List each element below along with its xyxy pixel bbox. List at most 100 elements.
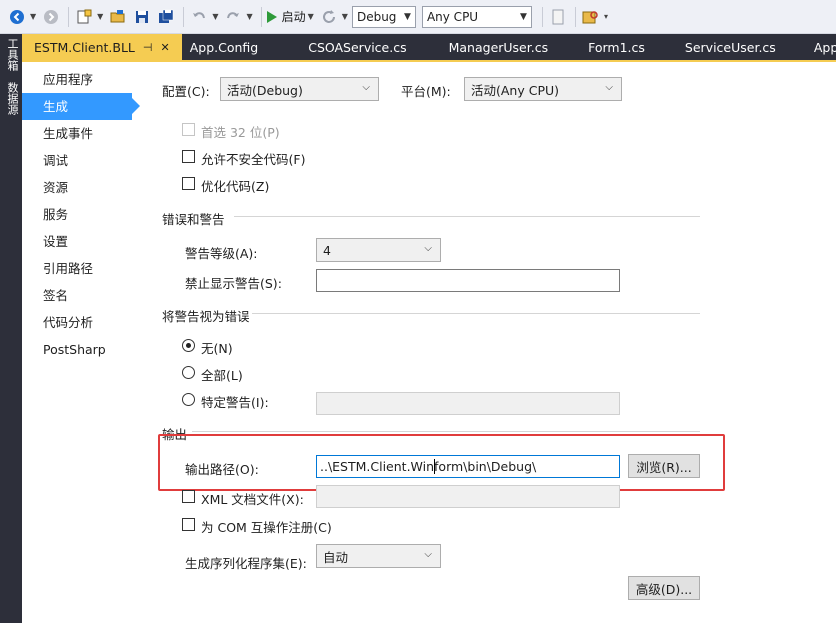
toolbar-overflow-icon[interactable]: ▾	[604, 12, 608, 21]
nav-item-build-events[interactable]: 生成事件	[22, 120, 158, 147]
warning-level-combo[interactable]: 4 ⌵	[316, 238, 441, 262]
com-interop-checkbox[interactable]	[182, 518, 195, 531]
nav-item-debug[interactable]: 调试	[22, 147, 158, 174]
close-icon[interactable]: ✕	[161, 41, 170, 54]
tab-label: CSOAService.cs	[308, 39, 407, 55]
suppress-warnings-label: 禁止显示警告(S):	[185, 276, 282, 291]
undo-icon[interactable]	[188, 6, 210, 28]
refresh-dropdown-icon[interactable]: ▼	[342, 12, 348, 21]
forward-icon[interactable]	[40, 6, 62, 28]
prefer32-label: 首选 32 位(P)	[201, 125, 280, 140]
tab-serviceuser[interactable]: ServiceUser.cs	[657, 34, 788, 60]
find-in-files-icon[interactable]	[580, 6, 602, 28]
highlight-box	[158, 434, 725, 491]
chevron-down-icon: ▼	[520, 11, 527, 22]
nav-item-postsharp[interactable]: PostSharp	[22, 336, 158, 363]
xml-doc-label: XML 文档文件(X):	[201, 492, 304, 507]
nav-item-build[interactable]: 生成	[22, 93, 140, 120]
prefer32-checkbox[interactable]	[182, 123, 195, 136]
warning-level-label: 警告等级(A):	[185, 246, 258, 261]
treat-warnings-section-title: 将警告视为错误	[162, 309, 250, 324]
nav-item-resources[interactable]: 资源	[22, 174, 158, 201]
open-folder-icon[interactable]	[107, 6, 129, 28]
data-sources-tab[interactable]: 数据源	[4, 82, 20, 115]
specific-warnings-input[interactable]	[316, 392, 620, 415]
allow-unsafe-checkbox[interactable]	[182, 150, 195, 163]
project-properties-page: 应用程序 生成 生成事件 调试 资源 服务 设置 引用路径 签名 代码分析 Po…	[22, 62, 836, 623]
treat-none-label: 无(N)	[201, 341, 233, 356]
allow-unsafe-label: 允许不安全代码(F)	[201, 152, 306, 167]
nav-item-settings[interactable]: 设置	[22, 228, 158, 255]
tab-form1[interactable]: Form1.cs	[560, 34, 657, 60]
treat-all-radio[interactable]	[182, 366, 195, 379]
platform-combo[interactable]: 活动(Any CPU) ⌵	[464, 77, 622, 101]
main-toolbar: ▼ ▼ ▼ ▼ 启动 ▼ ▼ Debug ▼ Any CPU ▼ ▾	[0, 0, 836, 34]
serialization-label: 生成序列化程序集(E):	[185, 556, 307, 571]
xml-doc-checkbox[interactable]	[182, 490, 195, 503]
warning-level-value: 4	[323, 242, 331, 258]
side-tool-strip: 工具箱 数据源	[0, 34, 22, 623]
toolbox-tab[interactable]: 工具箱	[4, 38, 20, 71]
document-icon[interactable]	[547, 6, 569, 28]
start-dropdown-icon[interactable]: ▼	[308, 12, 314, 21]
optimize-code-label: 优化代码(Z)	[201, 179, 270, 194]
play-icon	[266, 10, 277, 23]
toolbar-separator	[574, 6, 576, 27]
tab-label: ESTM.Client.BLL	[34, 39, 135, 55]
document-tab-bar: ESTM.Client.BLL ⊣ ✕ App.Config CSOAServi…	[22, 34, 836, 60]
tab-label: ManagerUser.cs	[448, 39, 549, 55]
solution-config-value: Debug	[356, 9, 397, 24]
redo-icon[interactable]	[222, 6, 244, 28]
optimize-code-checkbox[interactable]	[182, 177, 195, 190]
undo-dropdown-icon[interactable]: ▼	[212, 12, 218, 21]
configuration-combo[interactable]: 活动(Debug) ⌵	[220, 77, 379, 101]
chevron-down-icon: ⌵	[605, 82, 613, 93]
configuration-value: 活动(Debug)	[227, 82, 303, 98]
config-label: 配置(C):	[162, 84, 210, 99]
nav-item-services[interactable]: 服务	[22, 201, 158, 228]
pin-icon[interactable]: ⊣	[143, 41, 153, 54]
tab-label: App.Config	[189, 39, 259, 55]
toolbar-separator	[68, 6, 70, 27]
xml-doc-input[interactable]	[316, 485, 620, 508]
save-all-icon[interactable]	[155, 6, 177, 28]
redo-dropdown-icon[interactable]: ▼	[246, 12, 252, 21]
refresh-icon[interactable]	[318, 6, 340, 28]
errors-section-title: 错误和警告	[162, 212, 225, 227]
nav-item-reference-paths[interactable]: 引用路径	[22, 255, 158, 282]
toolbar-separator	[183, 6, 185, 27]
new-project-icon[interactable]	[73, 6, 95, 28]
start-button[interactable]: 启动	[266, 8, 306, 25]
toolbar-separator	[260, 6, 262, 27]
new-dropdown-icon[interactable]: ▼	[97, 12, 103, 21]
section-divider	[234, 216, 700, 217]
solution-config-combo[interactable]: Debug ▼	[351, 5, 416, 28]
advanced-button[interactable]: 高级(D)...	[628, 576, 700, 600]
tab-estm-client-bll[interactable]: ESTM.Client.BLL ⊣ ✕	[22, 34, 182, 60]
properties-nav: 应用程序 生成 生成事件 调试 资源 服务 设置 引用路径 签名 代码分析 Po…	[22, 62, 158, 623]
tab-manageruser[interactable]: ManagerUser.cs	[419, 34, 561, 60]
tab-app-config[interactable]: App.Config	[182, 34, 271, 60]
tab-csoaservice[interactable]: CSOAService.cs	[270, 34, 418, 60]
platform-value: 活动(Any CPU)	[471, 82, 560, 98]
nav-item-application[interactable]: 应用程序	[22, 66, 158, 93]
chevron-down-icon: ⌵	[362, 82, 370, 93]
solution-platform-combo[interactable]: Any CPU ▼	[421, 5, 532, 28]
tab-app-co[interactable]: App.co	[788, 34, 836, 60]
nav-item-code-analysis[interactable]: 代码分析	[22, 309, 158, 336]
section-divider	[252, 313, 700, 314]
build-settings-panel: 配置(C): 活动(Debug) ⌵ 平台(M): 活动(Any CPU) ⌵ …	[158, 62, 836, 623]
section-divider	[192, 431, 700, 432]
chevron-down-icon: ⌵	[424, 243, 432, 254]
treat-none-radio[interactable]	[182, 339, 195, 352]
back-icon[interactable]	[6, 6, 28, 28]
nav-item-signing[interactable]: 签名	[22, 282, 158, 309]
save-icon[interactable]	[131, 6, 153, 28]
treat-specific-radio[interactable]	[182, 393, 195, 406]
tab-label: Form1.cs	[588, 39, 645, 55]
tab-label: App.co	[813, 39, 836, 55]
serialization-value: 自动	[323, 549, 349, 565]
back-dropdown-icon[interactable]: ▼	[30, 12, 36, 21]
serialization-combo[interactable]: 自动 ⌵	[316, 544, 441, 568]
suppress-warnings-input[interactable]	[316, 269, 620, 292]
